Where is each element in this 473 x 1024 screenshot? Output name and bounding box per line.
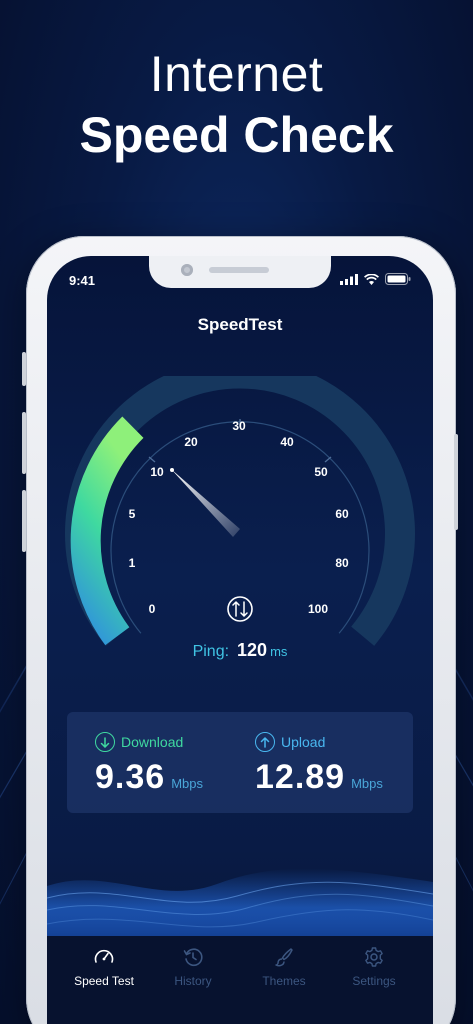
upload-label: Upload	[281, 734, 326, 750]
upload-unit: Mbps	[351, 776, 383, 791]
download-unit: Mbps	[171, 776, 203, 791]
arrow-down-circle-icon	[95, 732, 115, 752]
cellular-signal-icon	[340, 273, 358, 285]
ping-value: 120	[237, 640, 268, 660]
tab-label: History	[174, 974, 212, 988]
gauge-label-30: 30	[232, 419, 246, 433]
gauge-label-5: 5	[129, 507, 136, 521]
tab-settings[interactable]: Settings	[329, 946, 419, 988]
ping-label: Ping:	[192, 643, 230, 660]
tab-speed-test[interactable]: Speed Test	[59, 946, 149, 988]
earpiece-speaker	[209, 267, 269, 273]
upload-result: Upload 12.89 Mbps	[255, 732, 383, 797]
ping-unit: ms	[270, 644, 288, 659]
download-value: 9.36	[95, 758, 166, 796]
status-time: 9:41	[69, 273, 96, 288]
phone-side-button	[22, 490, 26, 552]
gauge-label-80: 80	[335, 556, 349, 570]
gauge-label-60: 60	[335, 507, 349, 521]
tab-history[interactable]: History	[148, 946, 238, 988]
tab-label: Themes	[262, 974, 306, 988]
gauge-progress-arc	[70, 416, 144, 646]
arrow-up-circle-icon	[255, 732, 275, 752]
tab-label: Speed Test	[74, 974, 134, 988]
tab-themes[interactable]: Themes	[239, 946, 329, 988]
phone-side-button	[22, 412, 26, 474]
phone-side-button	[22, 352, 26, 386]
phone-screen: 9:41 SpeedTest 0 1 5 10 20 30 40 50 60 8…	[47, 256, 433, 1024]
upload-value: 12.89	[255, 758, 346, 796]
history-icon	[183, 948, 203, 967]
download-label: Download	[121, 734, 184, 750]
ping-readout: Ping: 120 ms	[47, 640, 433, 661]
headline-line-1: Internet	[149, 46, 324, 102]
status-icons	[340, 273, 411, 285]
headline-line-2: Speed Check	[79, 107, 394, 163]
download-result: Download 9.36 Mbps	[95, 732, 203, 797]
gauge-label-20: 20	[184, 435, 198, 449]
bottom-tab-bar: Speed Test History Themes Settings	[47, 936, 433, 1024]
phone-notch	[149, 256, 331, 288]
tab-label: Settings	[352, 974, 396, 988]
results-panel: Download 9.36 Mbps Upload 12.89 Mbps	[67, 712, 413, 813]
gauge-label-40: 40	[280, 435, 294, 449]
front-camera	[181, 264, 193, 276]
gauge-needle	[171, 469, 240, 537]
speedometer-icon	[94, 949, 114, 963]
gauge-label-0: 0	[149, 602, 156, 616]
gauge-label-10: 10	[150, 465, 164, 479]
wifi-icon	[364, 273, 379, 285]
brush-icon	[275, 948, 293, 967]
gauge-label-50: 50	[314, 465, 328, 479]
marketing-headline: Internet Speed Check	[0, 44, 473, 166]
app-title: SpeedTest	[197, 315, 283, 334]
gauge-label-100: 100	[308, 602, 328, 616]
gauge-label-1: 1	[129, 556, 136, 570]
gear-icon	[365, 947, 383, 967]
phone-power-button	[454, 434, 458, 530]
battery-icon	[385, 273, 411, 285]
swap-arrows-icon[interactable]	[227, 596, 253, 622]
